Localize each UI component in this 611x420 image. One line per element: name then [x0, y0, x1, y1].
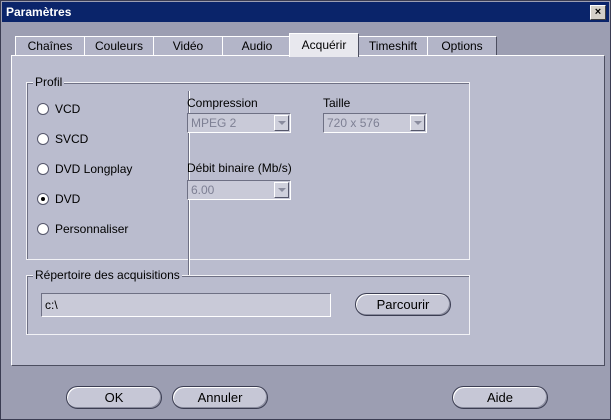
- close-button[interactable]: ×: [590, 5, 606, 20]
- tab-timeshift[interactable]: Timeshift: [358, 36, 428, 55]
- close-icon: ×: [594, 6, 602, 18]
- compression-select[interactable]: MPEG 2: [187, 113, 291, 133]
- help-button[interactable]: Aide: [452, 386, 548, 409]
- settings-window: Paramètres × Chaînes Couleurs Vidéo Audi…: [0, 0, 611, 420]
- debit-value: 6.00: [191, 183, 215, 197]
- tab-audio[interactable]: Audio: [222, 36, 292, 55]
- title-bar: Paramètres ×: [2, 2, 609, 22]
- radio-label: DVD: [55, 192, 81, 206]
- radio-label: VCD: [55, 102, 81, 116]
- chevron-down-icon[interactable]: [274, 182, 289, 198]
- taille-select[interactable]: 720 x 576: [323, 113, 427, 133]
- radio-selected-dot: [41, 197, 45, 201]
- radio-button[interactable]: [37, 193, 49, 205]
- compression-value: MPEG 2: [191, 116, 237, 130]
- radio-button[interactable]: [37, 103, 49, 115]
- debit-label: Débit binaire (Mb/s): [187, 161, 292, 175]
- radio-label: DVD Longplay: [55, 162, 133, 176]
- repertoire-group-label: Répertoire des acquisitions: [33, 268, 182, 282]
- tab-video[interactable]: Vidéo: [153, 36, 223, 55]
- browse-button[interactable]: Parcourir: [355, 293, 451, 316]
- taille-label: Taille: [323, 96, 351, 110]
- debit-select[interactable]: 6.00: [187, 180, 291, 200]
- profil-group-label: Profil: [33, 75, 65, 89]
- profil-group: Profil VCD SVCD DVD Longplay DVD Personn…: [26, 75, 470, 277]
- radio-label: Personnaliser: [55, 222, 129, 236]
- cancel-button[interactable]: Annuler: [172, 386, 268, 409]
- acquisition-path-value: c:\: [45, 298, 58, 312]
- radio-button[interactable]: [37, 163, 49, 175]
- window-title: Paramètres: [6, 5, 72, 19]
- tab-options[interactable]: Options: [427, 36, 497, 55]
- tab-acquerir[interactable]: Acquérir: [289, 33, 359, 57]
- tab-chaines[interactable]: Chaînes: [15, 36, 85, 55]
- acquisition-path-field[interactable]: c:\: [41, 293, 331, 317]
- radio-button[interactable]: [37, 133, 49, 145]
- taille-value: 720 x 576: [327, 116, 380, 130]
- ok-button[interactable]: OK: [66, 386, 162, 409]
- chevron-down-icon[interactable]: [274, 115, 289, 131]
- tab-couleurs[interactable]: Couleurs: [84, 36, 154, 55]
- radio-button[interactable]: [37, 223, 49, 235]
- compression-label: Compression: [187, 96, 258, 110]
- radio-label: SVCD: [55, 132, 89, 146]
- chevron-down-icon[interactable]: [410, 115, 425, 131]
